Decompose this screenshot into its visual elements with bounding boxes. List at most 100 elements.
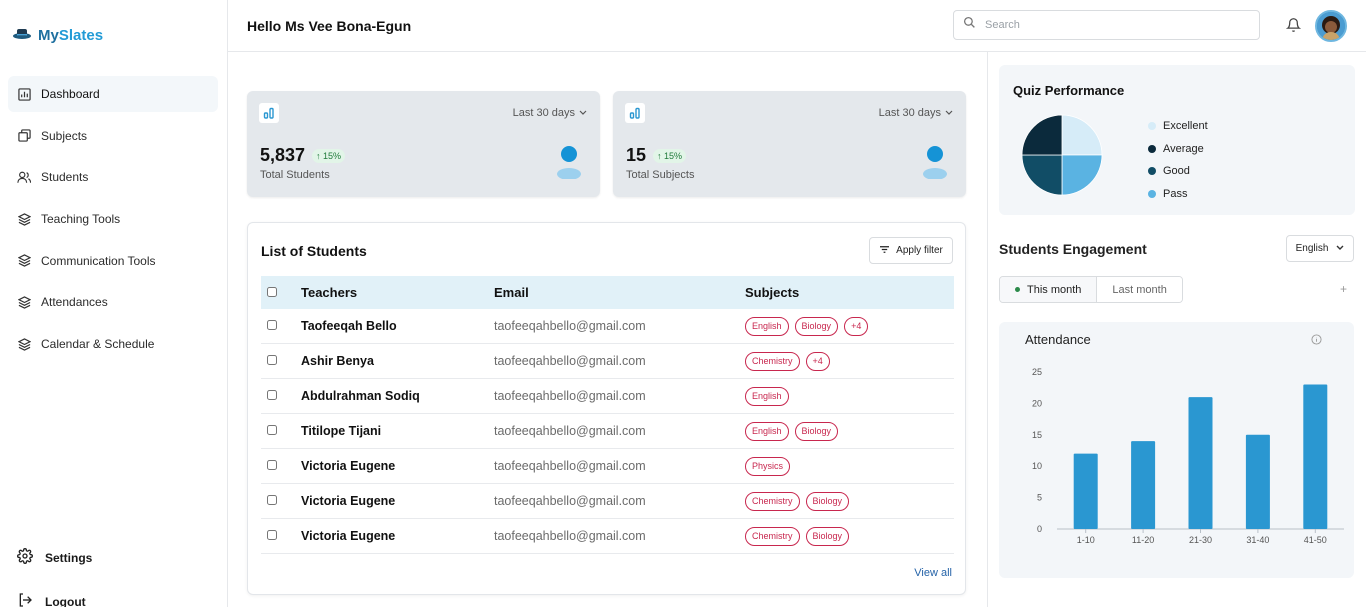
sidebar-item-attendances[interactable]: Attendances	[8, 284, 218, 320]
row-checkbox[interactable]	[267, 390, 277, 400]
add-button[interactable]: +	[1340, 282, 1347, 296]
tab-last-month[interactable]: Last month	[1097, 277, 1182, 302]
subject-tag[interactable]: English	[745, 316, 789, 336]
sidebar-nav: Dashboard Subjects Students Teaching Tools C…	[8, 76, 218, 368]
period-toggle: This month Last month	[999, 276, 1183, 303]
search-box[interactable]	[953, 10, 1260, 40]
chevron-down-icon	[945, 107, 953, 119]
student-email: taofeeqahbello@gmail.com	[494, 424, 646, 438]
apply-filter-button[interactable]: Apply filter	[869, 237, 953, 264]
student-email: taofeeqahbello@gmail.com	[494, 459, 646, 473]
app-root: MySlates Dashboard Subjects Students Teachi…	[0, 0, 1366, 607]
table-row: Abdulrahman Sodiq taofeeqahbello@gmail.co…	[261, 379, 954, 414]
subject-tags: Chemistry Biology	[745, 526, 954, 546]
quiz-pie-chart	[1021, 114, 1103, 196]
main-content: Last 30 days 5,837 ↑ 15% Total Students Last…	[228, 52, 986, 607]
bar-11-20[interactable]	[1131, 441, 1156, 529]
attendance-card: Attendance 0 5 10 15 20 25 1-10 11-20 21-30 31-40…	[999, 322, 1354, 578]
students-table: Teachers Email Subjects Taofeeqah Bello t…	[261, 276, 954, 554]
subject-tags: English Biology +4	[745, 316, 954, 336]
brand-name-part1: My	[38, 27, 59, 44]
subject-tag[interactable]: Chemistry	[745, 526, 800, 546]
sidebar-item-teaching-tools[interactable]: Teaching Tools	[8, 201, 218, 237]
table-row: Victoria Eugene taofeeqahbello@gmail.com C…	[261, 484, 954, 519]
student-email: taofeeqahbello@gmail.com	[494, 319, 646, 333]
table-row: Victoria Eugene taofeeqahbello@gmail.com P…	[261, 449, 954, 484]
active-dot-icon	[1015, 287, 1020, 292]
settings-label: Settings	[45, 550, 93, 565]
stat-range-value: Last 30 days	[512, 107, 575, 119]
engagement-title: Students Engagement	[999, 241, 1147, 257]
settings-link[interactable]: Settings	[17, 548, 92, 567]
stat-range-select[interactable]: Last 30 days	[513, 107, 587, 119]
sidebar-item-label: Calendar & Schedule	[41, 337, 155, 352]
students-list-card: List of Students Apply filter Teachers E…	[247, 222, 966, 595]
subject-tag[interactable]: Biology	[805, 491, 850, 511]
student-email: taofeeqahbello@gmail.com	[494, 354, 646, 368]
pie-slice-pass[interactable]	[1061, 154, 1103, 196]
subject-tag[interactable]: Chemistry	[745, 491, 800, 511]
bar-31-40[interactable]	[1245, 434, 1270, 529]
subject-tags: English Biology	[745, 421, 954, 441]
select-all-checkbox[interactable]	[267, 287, 277, 297]
subject-tag[interactable]: Physics	[745, 456, 791, 476]
subject-tag[interactable]: +4	[805, 351, 830, 371]
bell-icon[interactable]	[1285, 17, 1302, 33]
y-tick-label: 20	[1032, 398, 1042, 408]
language-select[interactable]: English	[1286, 235, 1354, 262]
search-icon	[963, 16, 976, 34]
column-header-email: Email	[494, 285, 529, 300]
x-tick-label: 21-30	[1189, 535, 1212, 545]
subject-tag[interactable]: Biology	[794, 316, 839, 336]
sidebar-item-calendar-schedule[interactable]: Calendar & Schedule	[8, 326, 218, 362]
subject-tag[interactable]: English	[745, 386, 789, 406]
x-tick-label: 31-40	[1246, 535, 1269, 545]
quiz-performance-title: Quiz Performance	[1013, 83, 1125, 98]
row-checkbox[interactable]	[267, 495, 277, 505]
tab-last-month-label: Last month	[1112, 283, 1167, 296]
bar-41-50[interactable]	[1303, 384, 1328, 529]
row-checkbox[interactable]	[267, 530, 277, 540]
legend-item: Pass	[1148, 183, 1208, 206]
pie-slice-excellent[interactable]	[1061, 114, 1103, 156]
users-icon	[17, 170, 31, 184]
view-all-link[interactable]: View all	[914, 567, 952, 579]
y-tick-label: 0	[1037, 524, 1042, 534]
stat-range-select[interactable]: Last 30 days	[879, 107, 953, 119]
subject-tag[interactable]: Biology	[805, 526, 850, 546]
subject-tag[interactable]: English	[745, 421, 789, 441]
subject-tags: Chemistry +4	[745, 351, 954, 371]
tab-this-month[interactable]: This month	[1000, 277, 1098, 302]
pie-slice-average[interactable]	[1021, 114, 1063, 156]
subject-tags: Chemistry Biology	[745, 491, 954, 511]
student-name: Victoria Eugene	[301, 529, 396, 543]
bar-21-30[interactable]	[1188, 397, 1213, 529]
row-checkbox[interactable]	[267, 320, 277, 330]
logout-link[interactable]: Logout	[17, 592, 86, 607]
pie-slice-good[interactable]	[1021, 154, 1063, 196]
table-header: Teachers Email Subjects	[261, 276, 954, 309]
student-email: taofeeqahbello@gmail.com	[494, 389, 646, 403]
sidebar-item-subjects[interactable]: Subjects	[8, 118, 218, 154]
sidebar-item-communication-tools[interactable]: Communication Tools	[8, 243, 218, 279]
sidebar-item-label: Dashboard	[41, 87, 100, 101]
student-email: taofeeqahbello@gmail.com	[494, 529, 646, 543]
row-checkbox[interactable]	[267, 425, 277, 435]
table-row: Titilope Tijani taofeeqahbello@gmail.com E…	[261, 414, 954, 449]
subject-tag[interactable]: Chemistry	[745, 351, 800, 371]
row-checkbox[interactable]	[267, 460, 277, 470]
brand-logo[interactable]: MySlates	[12, 26, 103, 45]
search-input[interactable]	[985, 19, 1235, 31]
legend-dot	[1148, 189, 1156, 198]
y-tick-label: 25	[1032, 367, 1042, 377]
sidebar-item-dashboard[interactable]: Dashboard	[8, 76, 218, 112]
legend-label: Excellent	[1163, 120, 1208, 133]
subject-tag[interactable]: Biology	[794, 421, 839, 441]
subject-tag[interactable]: +4	[844, 316, 869, 336]
students-list-title: List of Students	[261, 243, 367, 259]
row-checkbox[interactable]	[267, 355, 277, 365]
stat-card: Last 30 days 15 ↑ 15% Total Subjects	[613, 91, 966, 197]
bar-1-10[interactable]	[1073, 453, 1098, 529]
sidebar-item-students[interactable]: Students	[8, 159, 218, 195]
avatar[interactable]	[1315, 10, 1347, 42]
